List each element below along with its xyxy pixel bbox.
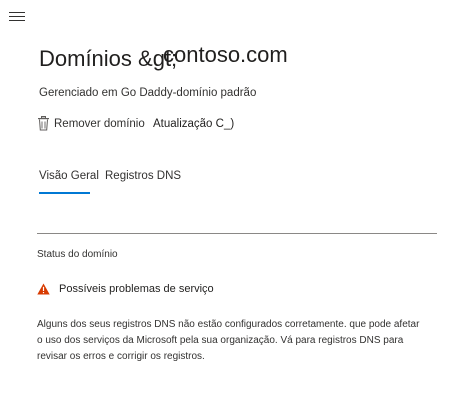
status-message-line: revisar os erros e corrigir os registros… <box>37 351 205 362</box>
warning-triangle-icon <box>37 283 50 295</box>
divider <box>37 233 437 234</box>
domain-subtitle: Gerenciado em Go Daddy-domínio padrão <box>39 87 257 99</box>
hamburger-menu-icon[interactable] <box>9 12 25 24</box>
remove-domain-button[interactable]: Remover domínio <box>37 116 145 131</box>
domain-name: contoso.com <box>163 42 288 67</box>
status-message-line: o uso dos serviços da Microsoft pela sua… <box>37 335 404 346</box>
title-breadcrumb: Domínios &gt; <box>39 46 178 71</box>
status-message-line: Alguns dos seus registros DNS não estão … <box>37 319 420 330</box>
remove-domain-label: Remover domínio <box>54 117 145 130</box>
service-warning: Possíveis problemas de serviço <box>37 283 214 295</box>
warning-text: Possíveis problemas de serviço <box>59 283 214 295</box>
domain-status-heading: Status do domínio <box>37 249 118 260</box>
tab-overview[interactable]: Visão Geral <box>39 170 99 182</box>
update-button[interactable]: Atualização C_) <box>153 118 234 130</box>
status-message: Alguns dos seus registros DNS não estão … <box>37 317 447 365</box>
tab-dns-records[interactable]: Registros DNS <box>105 170 181 182</box>
trash-icon <box>37 116 50 131</box>
page-title: Domínios &gt; contoso.com <box>39 42 288 72</box>
active-tab-indicator <box>39 192 90 194</box>
